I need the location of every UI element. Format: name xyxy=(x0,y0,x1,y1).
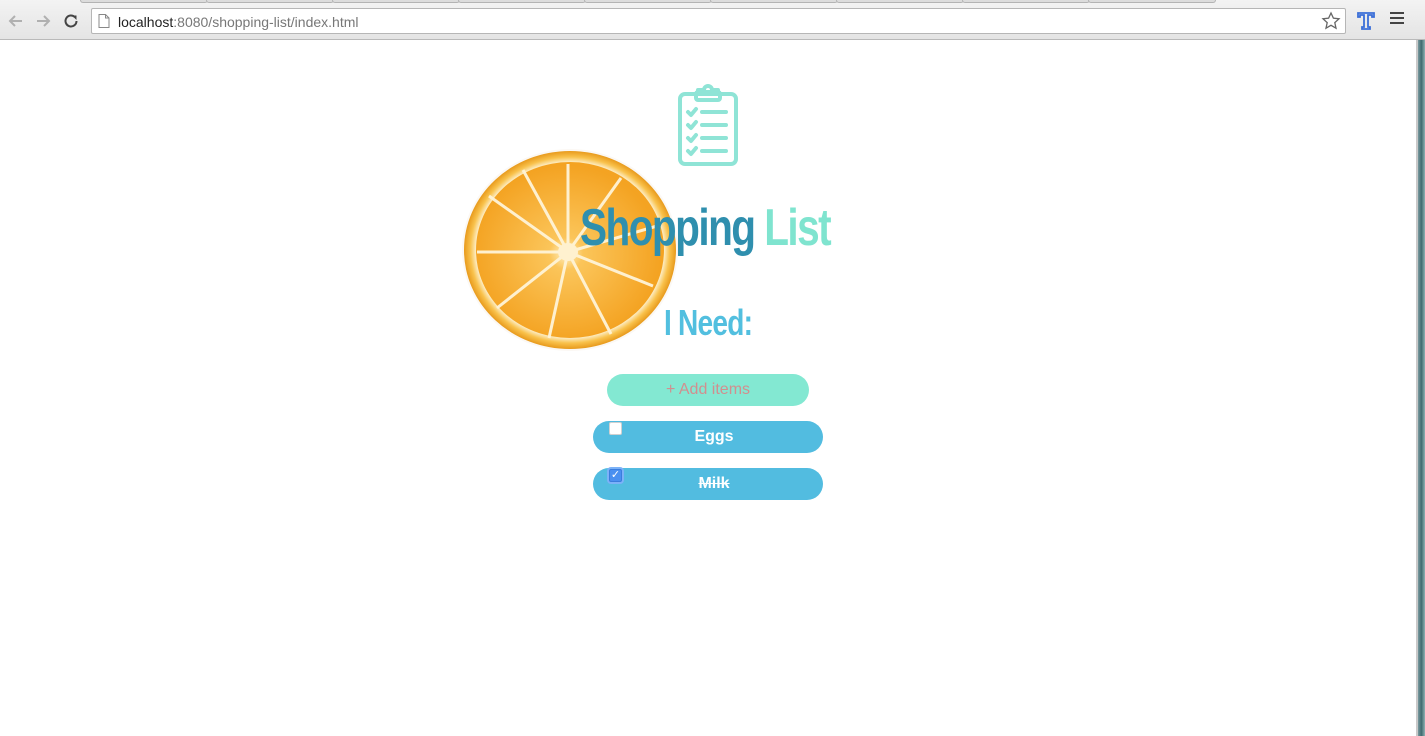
item-label: Milk xyxy=(698,475,730,492)
url-path: :8080/shopping-list/index.html xyxy=(173,14,359,30)
address-bar[interactable]: localhost:8080/shopping-list/index.html xyxy=(91,8,1346,34)
background-window-edge xyxy=(1416,40,1425,736)
list-item[interactable]: ✓ Milk xyxy=(593,468,823,500)
title-part-list: List xyxy=(764,199,831,257)
clipboard-checklist-icon xyxy=(678,84,738,166)
page-icon xyxy=(98,14,110,28)
forward-button[interactable] xyxy=(32,10,54,32)
tab-strip xyxy=(0,0,1425,4)
reload-icon xyxy=(64,14,78,28)
page-title: Shopping List xyxy=(580,198,832,258)
item-label: Eggs xyxy=(694,428,734,445)
list-heading: I Need: xyxy=(664,302,753,343)
extension-icon[interactable] xyxy=(1355,9,1377,31)
reload-button[interactable] xyxy=(60,10,82,32)
browser-menu-icon[interactable] xyxy=(1390,12,1404,28)
back-button[interactable] xyxy=(5,10,27,32)
arrow-left-icon xyxy=(8,15,22,27)
bookmark-star-icon[interactable] xyxy=(1321,11,1341,31)
list-item[interactable]: Eggs xyxy=(593,421,823,453)
url-text: localhost:8080/shopping-list/index.html xyxy=(118,14,359,30)
title-part-shopping: Shopping xyxy=(580,199,756,257)
url-host: localhost xyxy=(118,14,174,30)
add-items-input[interactable] xyxy=(607,374,809,406)
t-extension-icon xyxy=(1357,12,1375,30)
arrow-right-icon xyxy=(37,15,51,27)
browser-toolbar: localhost:8080/shopping-list/index.html xyxy=(0,0,1425,40)
